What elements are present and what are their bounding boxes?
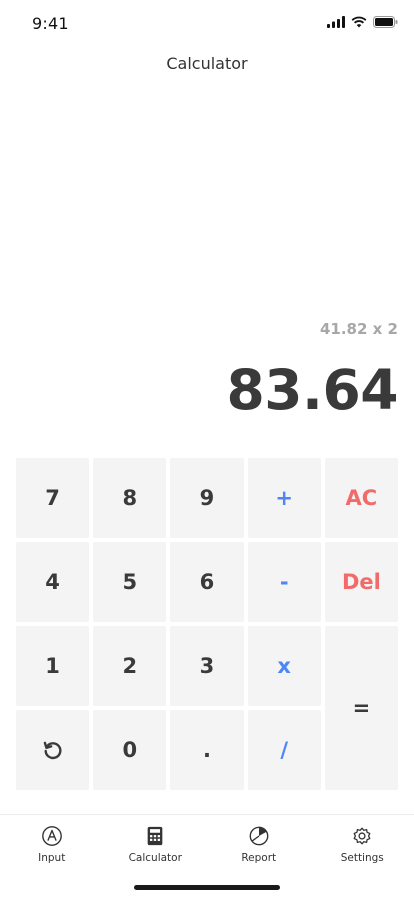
page-title: Calculator [0,54,414,73]
keypad: 7 8 9 + AC 4 5 6 - Del 1 2 3 x = 0 . / [16,458,398,790]
key-4[interactable]: 4 [16,542,89,622]
calculator-icon [144,825,166,847]
expression-display: 41.82 x 2 [320,320,398,338]
key-2[interactable]: 2 [93,626,166,706]
key-divide[interactable]: / [248,710,321,790]
input-icon [41,825,63,847]
key-subtract[interactable]: - [248,542,321,622]
key-3[interactable]: 3 [170,626,243,706]
key-decimal[interactable]: . [170,710,243,790]
key-0[interactable]: 0 [93,710,166,790]
tab-settings[interactable]: Settings [311,815,414,897]
home-indicator [134,885,280,890]
key-add[interactable]: + [248,458,321,538]
battery-icon [373,16,398,28]
result-display: 83.64 [227,358,398,422]
tab-settings-label: Settings [341,852,384,864]
tab-input[interactable]: Input [0,815,104,897]
key-7[interactable]: 7 [16,458,89,538]
status-icons [327,16,398,28]
key-all-clear[interactable]: AC [325,458,398,538]
report-icon [248,825,270,847]
key-equals[interactable]: = [325,626,398,790]
key-multiply[interactable]: x [248,626,321,706]
key-undo[interactable] [16,710,89,790]
key-9[interactable]: 9 [170,458,243,538]
key-6[interactable]: 6 [170,542,243,622]
tab-input-label: Input [38,852,65,864]
status-time: 9:41 [32,14,69,33]
undo-icon [42,739,64,761]
status-bar: 9:41 [0,0,414,48]
tab-calculator-label: Calculator [129,852,182,864]
wifi-icon [351,16,367,28]
tab-report-label: Report [241,852,276,864]
settings-icon [351,825,373,847]
key-8[interactable]: 8 [93,458,166,538]
key-1[interactable]: 1 [16,626,89,706]
key-5[interactable]: 5 [93,542,166,622]
signal-icon [327,16,345,28]
key-delete[interactable]: Del [325,542,398,622]
